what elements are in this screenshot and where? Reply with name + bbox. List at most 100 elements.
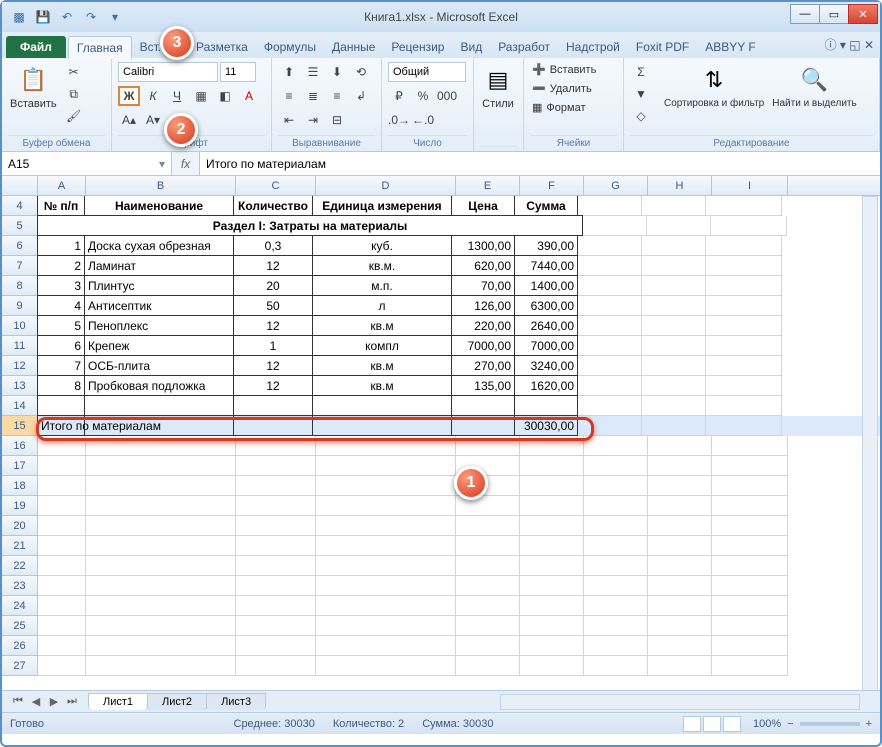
cell[interactable] — [584, 656, 648, 676]
sheet-tab-3[interactable]: Лист3 — [206, 693, 266, 710]
cell[interactable] — [578, 376, 642, 396]
currency-icon[interactable]: ₽ — [388, 86, 410, 106]
cell[interactable]: л — [312, 295, 452, 316]
shrink-font-icon[interactable]: A▾ — [142, 110, 164, 130]
cell[interactable] — [520, 656, 584, 676]
cell[interactable]: куб. — [312, 235, 452, 256]
cell[interactable]: Единица измерения — [312, 196, 452, 216]
sheet-nav-first-icon[interactable]: ⏮ — [10, 695, 26, 709]
cell[interactable] — [578, 236, 642, 256]
row-header[interactable]: 20 — [2, 516, 38, 536]
cell[interactable] — [648, 636, 712, 656]
row-header[interactable]: 10 — [2, 316, 38, 336]
cell[interactable] — [706, 376, 782, 396]
formula-bar-input[interactable]: Итого по материалам — [200, 152, 880, 175]
cell[interactable] — [642, 396, 706, 416]
fill-color-button[interactable]: ◧ — [214, 86, 236, 106]
cell[interactable] — [316, 556, 456, 576]
align-middle-icon[interactable]: ☰ — [302, 62, 324, 82]
copy-icon[interactable]: ⧉ — [63, 84, 85, 104]
cell[interactable] — [520, 436, 584, 456]
cell[interactable] — [712, 556, 788, 576]
cell[interactable]: Пеноплекс — [84, 315, 234, 336]
cell[interactable] — [642, 316, 706, 336]
paste-button[interactable]: 📋 Вставить — [8, 62, 59, 112]
cell[interactable] — [514, 395, 578, 416]
cell[interactable]: 135,00 — [451, 375, 515, 396]
cell[interactable]: 3 — [37, 275, 85, 296]
cell[interactable]: 7440,00 — [514, 255, 578, 276]
cell[interactable] — [578, 396, 642, 416]
cell[interactable]: 12 — [233, 375, 313, 396]
cell[interactable] — [316, 576, 456, 596]
row-header[interactable]: 25 — [2, 616, 38, 636]
cell[interactable] — [86, 636, 236, 656]
cell[interactable]: № п/п — [37, 196, 85, 216]
cell[interactable]: 30030,00 — [514, 415, 578, 436]
cell[interactable] — [236, 516, 316, 536]
cell[interactable] — [648, 556, 712, 576]
align-center-icon[interactable]: ≣ — [302, 86, 324, 106]
row-header[interactable]: 23 — [2, 576, 38, 596]
tab-formulas[interactable]: Формулы — [256, 36, 324, 58]
cell[interactable] — [642, 356, 706, 376]
cell[interactable] — [233, 395, 313, 416]
sheet-nav-last-icon[interactable]: ⏭ — [64, 695, 80, 709]
cell[interactable]: 620,00 — [451, 255, 515, 276]
wrap-text-icon[interactable]: ↲ — [350, 86, 372, 106]
cell[interactable] — [456, 636, 520, 656]
align-bottom-icon[interactable]: ⬇ — [326, 62, 348, 82]
cell[interactable] — [520, 556, 584, 576]
format-painter-icon[interactable]: 🖌 — [63, 106, 85, 126]
cell[interactable] — [236, 616, 316, 636]
cell[interactable] — [316, 456, 456, 476]
cell[interactable] — [520, 456, 584, 476]
cell[interactable] — [84, 395, 234, 416]
cell[interactable] — [86, 496, 236, 516]
select-all-corner[interactable] — [2, 176, 38, 195]
tab-developer[interactable]: Разработ — [490, 36, 558, 58]
cell[interactable]: 2 — [37, 255, 85, 276]
cell[interactable] — [312, 395, 452, 416]
cell[interactable] — [520, 576, 584, 596]
save-icon[interactable]: 💾 — [34, 8, 52, 26]
tab-home[interactable]: Главная — [68, 36, 132, 59]
cell[interactable]: 7000,00 — [451, 335, 515, 356]
cell[interactable] — [578, 256, 642, 276]
cell[interactable] — [86, 516, 236, 536]
row-header[interactable]: 17 — [2, 456, 38, 476]
sheet-nav-prev-icon[interactable]: ◀ — [28, 695, 44, 709]
cell[interactable]: Сумма — [514, 196, 578, 216]
cell[interactable] — [578, 416, 642, 436]
cell[interactable]: Доска сухая обрезная — [84, 235, 234, 256]
cell[interactable] — [584, 536, 648, 556]
col-header-E[interactable]: E — [456, 176, 520, 195]
cell[interactable] — [706, 336, 782, 356]
increase-decimal-icon[interactable]: .0→ — [388, 110, 410, 130]
sheet-nav-next-icon[interactable]: ▶ — [46, 695, 62, 709]
row-header[interactable]: 19 — [2, 496, 38, 516]
tab-addins[interactable]: Надстрой — [558, 36, 628, 58]
col-header-B[interactable]: B — [86, 176, 236, 195]
cell[interactable] — [38, 656, 86, 676]
number-format-select[interactable] — [388, 62, 466, 82]
cell[interactable] — [38, 496, 86, 516]
cell[interactable]: 6 — [37, 335, 85, 356]
cell[interactable] — [38, 516, 86, 536]
row-header[interactable]: 27 — [2, 656, 38, 676]
cells-format-button[interactable]: ▦Формат — [530, 100, 587, 115]
cell[interactable]: 3240,00 — [514, 355, 578, 376]
cell[interactable] — [316, 436, 456, 456]
decrease-decimal-icon[interactable]: ←.0 — [412, 110, 434, 130]
cell[interactable]: 1 — [233, 335, 313, 356]
row-header[interactable]: 18 — [2, 476, 38, 496]
cell[interactable] — [451, 395, 515, 416]
cell[interactable] — [647, 216, 711, 236]
cell[interactable] — [648, 516, 712, 536]
cell[interactable]: 2640,00 — [514, 315, 578, 336]
grow-font-icon[interactable]: A▴ — [118, 110, 140, 130]
cell[interactable] — [456, 516, 520, 536]
cell[interactable] — [236, 636, 316, 656]
decrease-indent-icon[interactable]: ⇤ — [278, 110, 300, 130]
col-header-D[interactable]: D — [316, 176, 456, 195]
